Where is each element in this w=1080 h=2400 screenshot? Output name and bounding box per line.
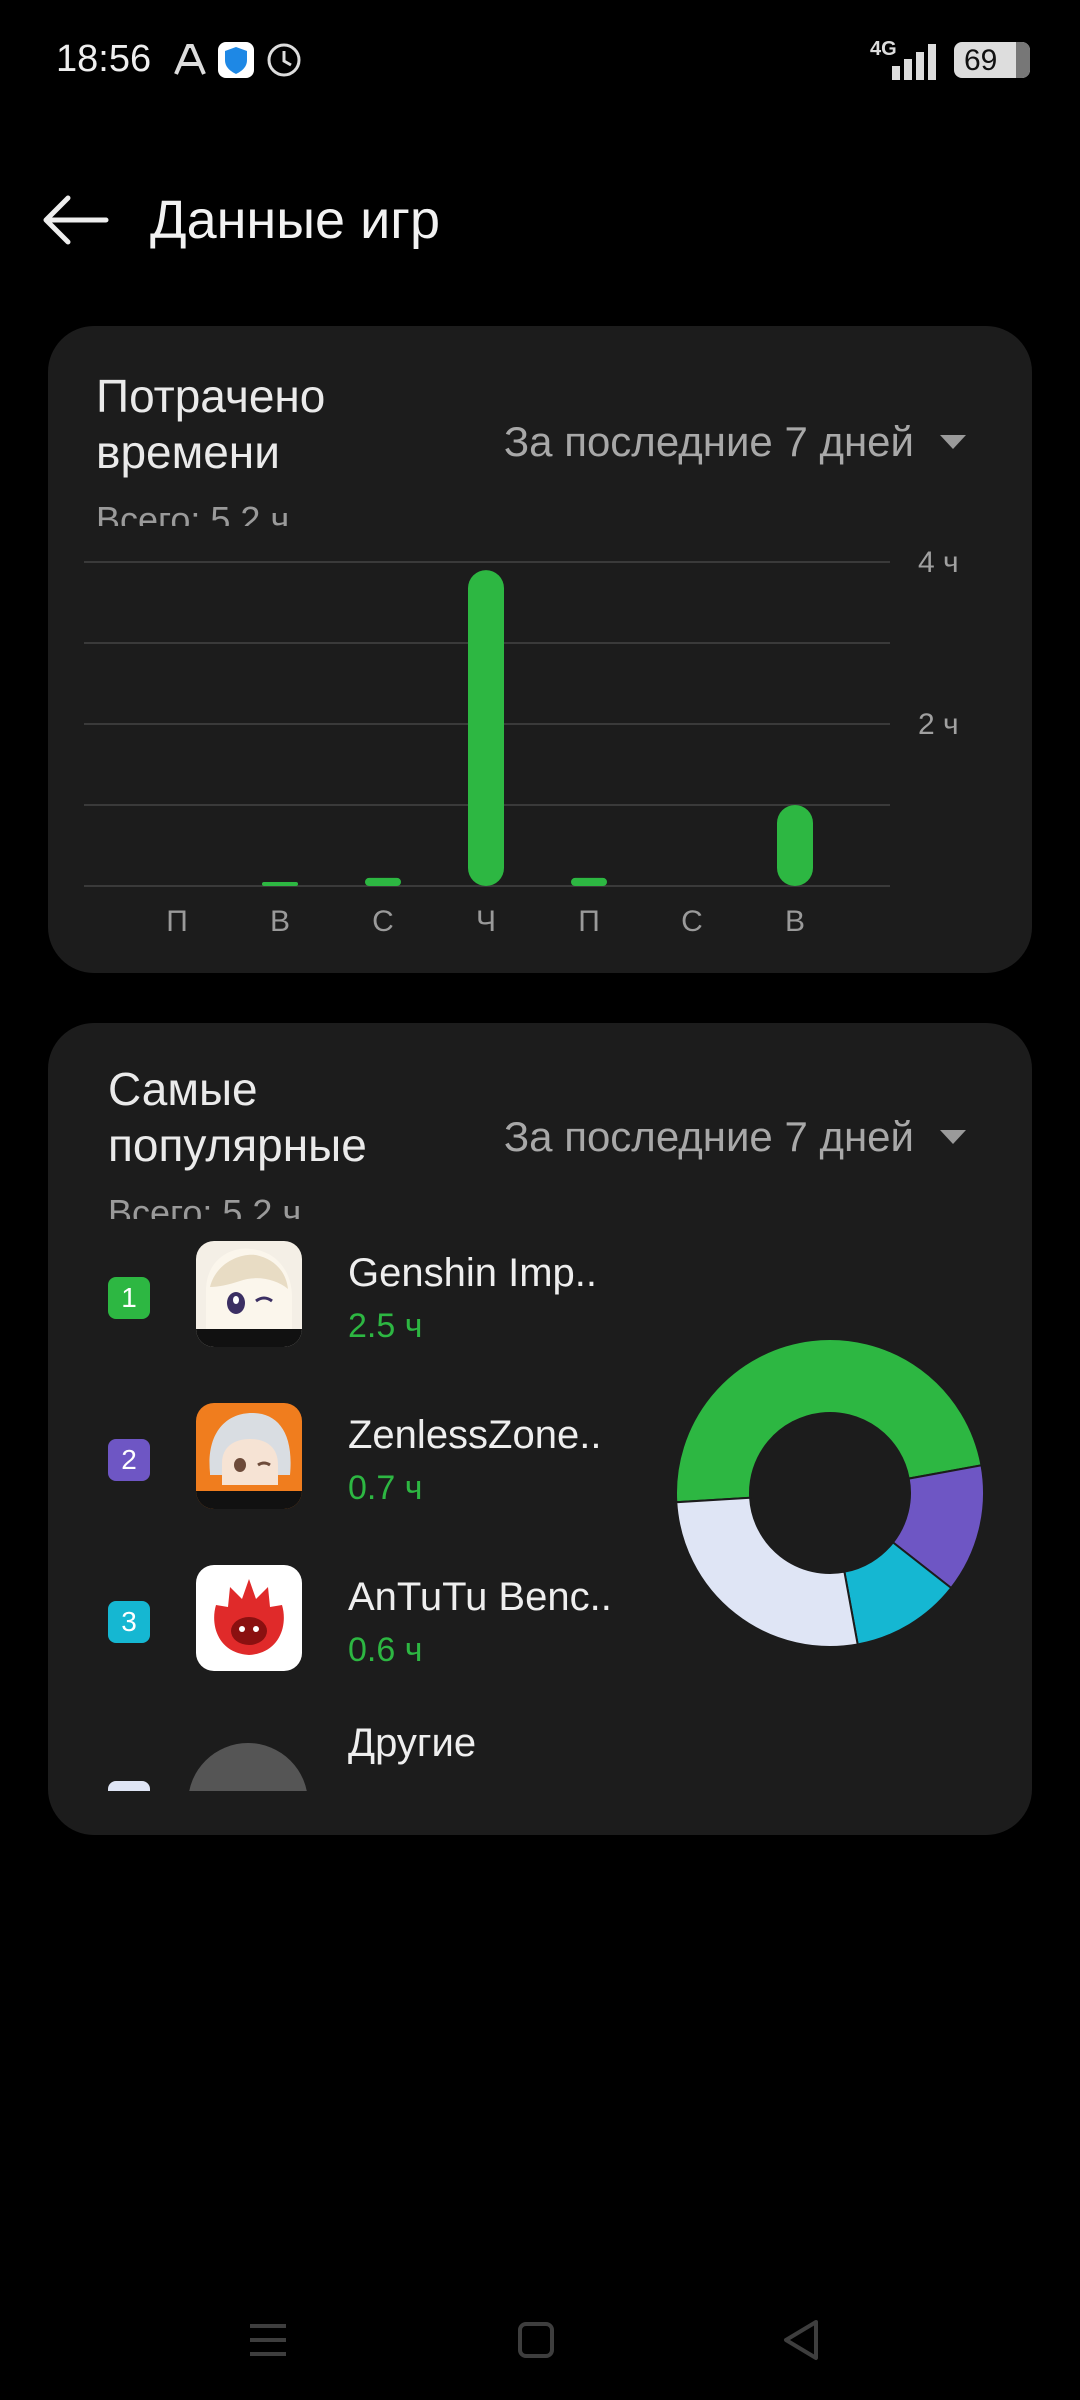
home-nav-icon[interactable]: [506, 2310, 566, 2370]
dropdown-caret-icon: [940, 1130, 966, 1144]
battery-icon: 69: [954, 42, 1030, 78]
status-time: 18:56: [56, 38, 152, 80]
bar: [468, 570, 504, 886]
status-bar: 18:56 4G 69: [0, 0, 1080, 120]
popular-card-title-line1: Самые: [108, 1063, 258, 1115]
bar: [365, 877, 401, 886]
day-label: Ч: [476, 905, 496, 938]
popular-games-card: Самые популярные Всего: 5.2 ч За последн…: [48, 1023, 1032, 1835]
game-name: ZenlessZone..: [348, 1413, 602, 1457]
popular-card-total: Всего: 5.2 ч: [108, 1195, 302, 1219]
menu-nav-icon[interactable]: [238, 2310, 298, 2370]
time-spent-card: Потрачено времени Всего: 5.2 ч За послед…: [48, 326, 1032, 973]
day-label: В: [270, 905, 290, 938]
others-app-icon: [188, 1743, 308, 1791]
bar: [777, 805, 813, 886]
day-label: П: [166, 905, 188, 938]
antutu-app-icon: [196, 1565, 302, 1671]
game-name: Другие: [348, 1721, 477, 1765]
signal-icon: [892, 44, 936, 80]
popular-donut-chart: [675, 1338, 985, 1648]
game-time: 0.6 ч: [348, 1631, 423, 1669]
rank-badge: 3: [108, 1601, 150, 1643]
bar: [262, 882, 298, 886]
popular-range-label: За последние 7 дней: [503, 1113, 914, 1160]
day-label: С: [372, 905, 394, 938]
time-bar-chart: 4 ч 2 ч П В С Ч П С В: [84, 546, 959, 938]
bar: [571, 877, 607, 886]
popular-card-title: Самые популярные: [108, 1061, 428, 1173]
zenless-app-icon: [196, 1403, 302, 1509]
alarm-clock-icon: [267, 43, 301, 77]
rank-badge: 1: [108, 1277, 150, 1319]
status-indicators: 4G 69: [870, 38, 1040, 82]
page-title: Данные игр: [150, 190, 440, 250]
day-label: П: [578, 905, 600, 938]
popular-range-dropdown[interactable]: За последние 7 дней: [504, 1113, 966, 1161]
rank-badge: 2: [108, 1439, 150, 1481]
font-app-icon: [174, 44, 206, 75]
popular-card-title-line2: популярные: [108, 1119, 367, 1171]
battery-level: 69: [964, 44, 998, 77]
y-tick-label: 4 ч: [918, 546, 959, 579]
shield-icon: [218, 42, 254, 78]
day-label: В: [785, 905, 805, 938]
game-name: AnTuTu Benc..: [348, 1575, 612, 1619]
game-row-others[interactable]: Другие: [108, 1721, 668, 1791]
game-time: 2.5 ч: [348, 1307, 423, 1345]
back-nav-icon[interactable]: [772, 2310, 832, 2370]
donut-slice: [675, 1496, 859, 1648]
game-row-zenless[interactable]: 2 ZenlessZone.. 0.7 ч: [108, 1403, 668, 1513]
y-tick-label: 2 ч: [918, 708, 959, 741]
rank-badge: [108, 1781, 150, 1791]
day-label: С: [681, 905, 703, 938]
game-row-antutu[interactable]: 3 AnTuTu Benc.. 0.6 ч: [108, 1565, 668, 1675]
game-time: 0.7 ч: [348, 1469, 423, 1507]
back-arrow-icon[interactable]: [38, 188, 118, 252]
game-row-genshin[interactable]: 1 Genshin Imp.. 2.5 ч: [108, 1241, 668, 1351]
game-name: Genshin Imp..: [348, 1251, 598, 1295]
genshin-app-icon: [196, 1241, 302, 1347]
